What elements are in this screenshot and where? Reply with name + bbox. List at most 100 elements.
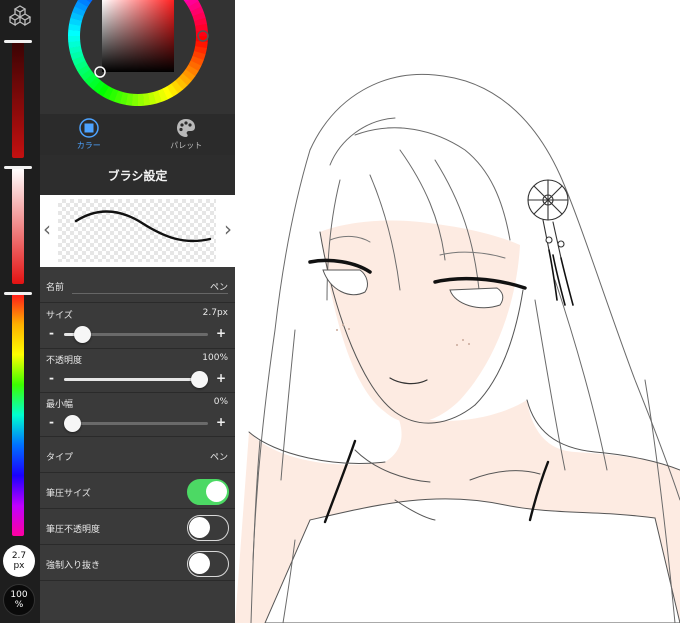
hue-ring-segment xyxy=(178,73,192,86)
opacity-decrease-button[interactable]: - xyxy=(49,371,54,385)
hue-ring-segment xyxy=(97,83,110,97)
brush-opacity-button[interactable]: 100 % xyxy=(3,584,35,616)
size-decrease-button[interactable]: - xyxy=(49,326,54,340)
brightness-slider-handle[interactable] xyxy=(4,40,32,43)
color-picker xyxy=(40,0,235,114)
type-value: ペン xyxy=(209,453,228,463)
color-square-icon xyxy=(79,118,99,138)
type-label: タイプ xyxy=(46,453,74,463)
saturation-slider[interactable] xyxy=(12,168,24,284)
size-slider-thumb[interactable] xyxy=(74,326,92,343)
pressure-size-row: 筆圧サイズ xyxy=(40,473,235,509)
min-width-value: 0% xyxy=(213,397,228,407)
brightness-slider[interactable] xyxy=(12,42,24,158)
min-width-row: 最小幅 0% - + xyxy=(40,393,235,437)
brush-name-field[interactable]: ペン xyxy=(210,280,228,293)
hue-ring-segment xyxy=(68,40,81,49)
hue-ring-segment xyxy=(190,55,204,66)
hue-ring-segment xyxy=(171,80,183,94)
hue-slider[interactable] xyxy=(12,294,24,536)
brush-stroke-preview xyxy=(58,199,216,262)
tab-color[interactable]: カラー xyxy=(40,114,138,155)
tab-palette-label: パレット xyxy=(170,141,203,150)
brush-panel: カラー パレット ブラシ設定 ‹ › 名前 ペン サイズ 2.7px - + 不… xyxy=(40,0,235,623)
saturation-slider-handle[interactable] xyxy=(4,166,32,169)
hue-ring-segment xyxy=(70,50,84,60)
brush-opacity-unit: % xyxy=(14,600,24,610)
hue-ring-segment xyxy=(166,83,179,97)
hue-ring-segment xyxy=(188,60,202,72)
hue-ring-segment xyxy=(185,0,199,8)
brush-size-button[interactable]: 2.7 px xyxy=(3,545,35,577)
opacity-value: 100% xyxy=(202,353,228,363)
toggle-knob xyxy=(189,553,210,574)
hue-ring-segment xyxy=(195,40,208,49)
hue-ring-segment xyxy=(77,0,91,8)
prev-brush-icon[interactable]: ‹ xyxy=(43,217,51,241)
hue-ring-segment xyxy=(142,93,151,106)
hue-ring-segment xyxy=(88,76,101,90)
force-taper-label: 強制入り抜き xyxy=(46,561,101,571)
hue-ring-segment xyxy=(69,45,82,55)
hue-ring-segment xyxy=(192,12,206,22)
hue-ring-segment xyxy=(147,92,157,105)
hue-ring-segment xyxy=(195,23,208,32)
color-tabs: カラー パレット xyxy=(40,114,235,155)
hue-ring-segment xyxy=(69,17,83,26)
opacity-increase-button[interactable]: + xyxy=(216,371,226,385)
color-wheel[interactable] xyxy=(40,0,235,114)
min-width-slider[interactable] xyxy=(64,415,208,432)
pressure-size-label: 筆圧サイズ xyxy=(46,489,91,499)
size-increase-button[interactable]: + xyxy=(216,326,226,340)
tab-palette[interactable]: パレット xyxy=(138,114,236,155)
min-width-decrease-button[interactable]: - xyxy=(49,415,54,429)
opacity-slider-thumb[interactable] xyxy=(191,371,208,388)
hue-ring-segment xyxy=(188,1,202,12)
force-taper-row: 強制入り抜き xyxy=(40,545,235,581)
force-taper-toggle[interactable] xyxy=(187,551,229,577)
size-slider[interactable] xyxy=(64,326,208,343)
opacity-row: 不透明度 100% - + xyxy=(40,349,235,393)
type-row[interactable]: タイプ ペン xyxy=(40,437,235,473)
cube-stack-icon[interactable] xyxy=(8,4,32,28)
min-width-label: 最小幅 xyxy=(46,400,74,410)
tab-color-label: カラー xyxy=(76,141,101,150)
hue-ring-segment xyxy=(162,86,173,100)
drawing-canvas[interactable] xyxy=(235,0,680,623)
hue-ring-segment xyxy=(74,60,88,71)
opacity-slider-fill xyxy=(64,378,208,381)
size-row: サイズ 2.7px - + xyxy=(40,303,235,349)
line-art-illustration xyxy=(235,73,680,623)
hue-slider-handle[interactable] xyxy=(4,292,32,295)
hue-ring-segment xyxy=(119,91,128,105)
pressure-size-toggle[interactable] xyxy=(187,479,229,505)
pressure-opacity-row: 筆圧不透明度 xyxy=(40,509,235,545)
brush-opacity-value: 100 xyxy=(10,590,28,600)
hue-ring-segment xyxy=(175,76,188,90)
hue-ring-segment xyxy=(113,90,124,104)
palette-icon xyxy=(177,119,196,137)
hue-ring-segment xyxy=(152,90,162,104)
hue-ring-segment xyxy=(108,88,119,102)
size-label: サイズ xyxy=(46,311,73,321)
hue-ring-segment xyxy=(157,88,168,102)
opacity-slider[interactable] xyxy=(64,371,208,388)
hue-ring-segment xyxy=(80,69,94,81)
brush-preview: ‹ › xyxy=(40,195,235,267)
hue-ring-segment xyxy=(68,23,81,32)
pressure-opacity-toggle[interactable] xyxy=(187,515,229,541)
next-brush-icon[interactable]: › xyxy=(224,217,232,241)
face-skin xyxy=(320,220,520,423)
opacity-label: 不透明度 xyxy=(46,356,83,366)
hue-ring-segment xyxy=(193,46,207,55)
hue-ring-segment xyxy=(77,64,91,77)
brush-size-value: 2.7 xyxy=(11,551,27,561)
pressure-opacity-label: 筆圧不透明度 xyxy=(46,525,101,535)
min-width-increase-button[interactable]: + xyxy=(216,415,226,429)
hue-ring-segment xyxy=(84,73,98,86)
hue-ring-segment xyxy=(72,55,86,66)
hair-ornament xyxy=(527,179,574,306)
min-width-slider-thumb[interactable] xyxy=(64,415,81,432)
toggle-knob xyxy=(189,517,210,538)
toggle-knob xyxy=(206,481,227,502)
